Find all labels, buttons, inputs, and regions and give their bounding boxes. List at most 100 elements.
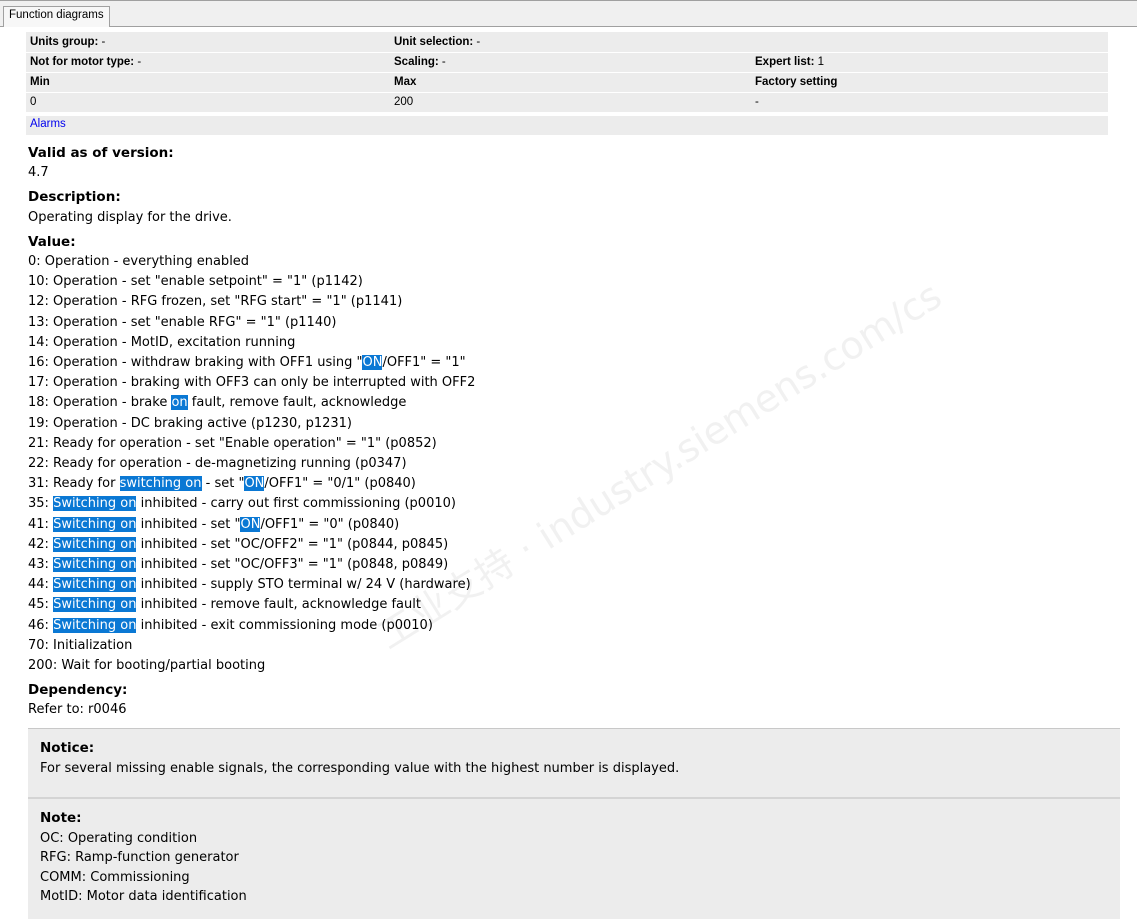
value-text: /OFF1" = "1" <box>382 355 466 371</box>
value-item: 13: Operation - set "enable RFG" = "1" (… <box>28 313 1128 333</box>
value-item: 12: Operation - RFG frozen, set "RFG sta… <box>28 292 1128 312</box>
param-value: - <box>98 35 106 48</box>
param-label: Not for motor type: <box>30 56 135 68</box>
value-text: 35: <box>28 496 54 512</box>
value-item: 21: Ready for operation - set "Enable op… <box>28 434 1128 454</box>
search-highlight: Switching on <box>53 577 137 593</box>
value-text: 44: <box>28 577 54 593</box>
valid-version-section: Valid as of version: 4.7 <box>28 143 1128 183</box>
param-value: - <box>473 35 481 48</box>
note-item: COMM: Commissioning <box>40 869 190 885</box>
param-label: Unit selection: <box>394 35 474 48</box>
value-text: inhibited - supply STO terminal w/ 24 V … <box>136 577 471 593</box>
value-item: 35: Switching on inhibited - carry out f… <box>28 494 1128 514</box>
param-label: Factory setting <box>755 76 838 88</box>
tab-bar: Function diagrams <box>0 0 1137 27</box>
search-highlight: Switching on <box>53 557 137 573</box>
param-cell: Expert list: 1 <box>751 52 1108 73</box>
param-cell: 0 <box>26 92 390 113</box>
value-text: 17: Operation - braking with OFF3 can on… <box>28 375 476 391</box>
value-item: 46: Switching on inhibited - exit commis… <box>28 616 1128 636</box>
param-value: 200 <box>394 96 414 108</box>
value-item: 0: Operation - everything enabled <box>28 252 1128 272</box>
value-text: inhibited - carry out first commissionin… <box>136 496 456 512</box>
search-highlight: on <box>171 395 188 411</box>
parameter-table: Units group: - Unit selection: - Not for m… <box>26 32 1108 113</box>
param-value: - <box>438 56 446 68</box>
value-item: 14: Operation - MotID, excitation runnin… <box>28 333 1128 353</box>
note-heading: Note: <box>40 810 82 826</box>
value-text: 10: Operation - set "enable setpoint" = … <box>28 274 363 290</box>
dependency-text: Refer to: r0046 <box>28 702 127 718</box>
note-box: Note: OC: Operating condition RFG: Ramp-f… <box>28 797 1120 919</box>
value-heading: Value: <box>28 233 76 250</box>
search-highlight: Switching on <box>53 516 137 532</box>
value-item: 31: Ready for switching on - set "ON/OFF… <box>28 474 1128 494</box>
description-text: Operating display for the drive. <box>28 209 232 225</box>
notice-text: For several missing enable signals, the … <box>40 760 680 776</box>
param-label: Max <box>394 76 417 88</box>
param-row: Units group: - Unit selection: - <box>26 32 1108 53</box>
value-item: 70: Initialization <box>28 636 1128 656</box>
value-item: 41: Switching on inhibited - set "ON/OFF… <box>28 515 1128 535</box>
param-label: Expert list: <box>755 56 815 68</box>
value-text: fault, remove fault, acknowledge <box>187 395 407 411</box>
search-highlight: Switching on <box>53 496 137 512</box>
value-text: 42: <box>28 536 54 552</box>
param-cell: Max <box>390 72 751 93</box>
alarms-row: Alarms <box>26 116 1108 135</box>
description-section: Description: Operating display for the d… <box>28 187 1128 227</box>
param-cell: Units group: - <box>26 32 390 53</box>
param-value: - <box>755 96 759 108</box>
value-text: 200: Wait for booting/partial booting <box>28 658 266 674</box>
param-cell: Factory setting <box>751 72 1108 93</box>
value-item: 10: Operation - set "enable setpoint" = … <box>28 272 1128 292</box>
parameter-details: Valid as of version: 4.7 Description: Op… <box>28 143 1128 725</box>
notice-heading: Notice: <box>40 740 95 756</box>
param-value: - <box>134 56 142 68</box>
value-text: inhibited - set "OC/OFF2" = "1" (p0844, … <box>136 536 449 552</box>
value-item: 44: Switching on inhibited - supply STO … <box>28 575 1128 595</box>
value-text: inhibited - set " <box>136 516 241 532</box>
value-text: - set " <box>201 476 245 492</box>
value-item: 19: Operation - DC braking active (p1230… <box>28 414 1128 434</box>
note-item: OC: Operating condition <box>40 830 198 846</box>
value-item: 45: Switching on inhibited - remove faul… <box>28 595 1128 615</box>
value-text: 43: <box>28 557 54 573</box>
valid-version-heading: Valid as of version: <box>28 145 174 161</box>
search-highlight: Switching on <box>53 597 137 613</box>
tab-function-diagrams[interactable]: Function diagrams <box>3 6 110 27</box>
search-highlight: Switching on <box>53 617 137 633</box>
description-heading: Description: <box>28 189 121 206</box>
param-cell: - <box>751 92 1108 113</box>
value-text: /OFF1" = "0" (p0840) <box>260 516 400 532</box>
value-text: 14: Operation - MotID, excitation runnin… <box>28 334 296 350</box>
value-text: 12: Operation - RFG frozen, set "RFG sta… <box>28 294 403 310</box>
value-text: 46: <box>28 617 54 633</box>
search-highlight: Switching on <box>53 536 137 552</box>
alarms-link[interactable]: Alarms <box>30 118 66 130</box>
value-text: /OFF1" = "0/1" (p0840) <box>264 476 416 492</box>
value-text: 13: Operation - set "enable RFG" = "1" (… <box>28 314 337 330</box>
value-text: inhibited - exit commissioning mode (p00… <box>136 617 433 633</box>
value-section: Value: 0: Operation - everything enabled… <box>28 232 1128 676</box>
value-item: 43: Switching on inhibited - set "OC/OFF… <box>28 555 1128 575</box>
search-highlight: switching on <box>119 476 202 492</box>
search-highlight: ON <box>362 355 383 371</box>
param-label: Min <box>30 76 50 88</box>
param-cell: 200 <box>390 92 751 113</box>
param-row: Min Max Factory setting <box>26 72 1108 93</box>
param-cell: Not for motor type: - <box>26 52 390 73</box>
value-item: 16: Operation - withdraw braking with OF… <box>28 353 1128 373</box>
value-text: 70: Initialization <box>28 637 133 653</box>
param-row: 0 200 - <box>26 92 1108 113</box>
value-text: 31: Ready for <box>28 476 120 492</box>
value-text: 45: <box>28 597 54 613</box>
value-text: 16: Operation - withdraw braking with OF… <box>28 355 363 371</box>
dependency-heading: Dependency: <box>28 682 128 699</box>
param-cell: Min <box>26 72 390 93</box>
dependency-section: Dependency: Refer to: r0046 <box>28 680 1128 720</box>
param-cell: Scaling: - <box>390 52 751 73</box>
param-label: Scaling: <box>394 56 439 68</box>
value-text: 21: Ready for operation - set "Enable op… <box>28 435 437 451</box>
